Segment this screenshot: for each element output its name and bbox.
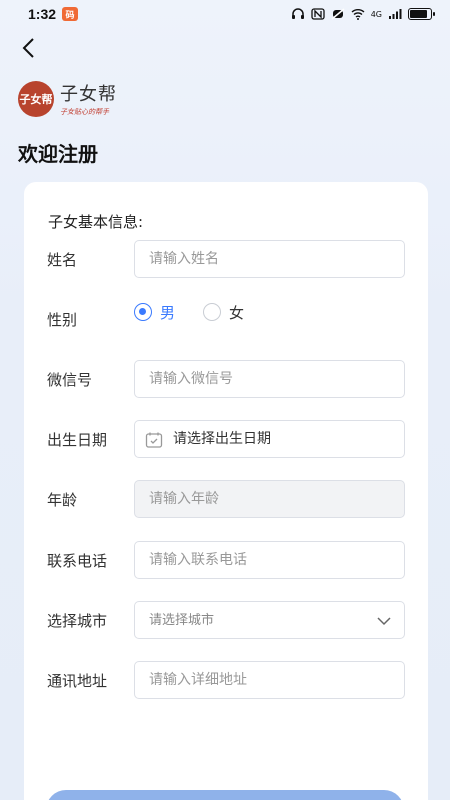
battery-icon	[408, 8, 435, 20]
wechat-row: 微信号 请输入微信号	[24, 360, 428, 400]
logo-mark: 子女帮	[18, 80, 54, 117]
name-label: 姓名	[47, 251, 78, 269]
logo-name: 子女帮	[60, 84, 117, 105]
phone-label: 联系电话	[47, 552, 108, 570]
age-label: 年龄	[47, 491, 78, 509]
chevron-down-icon	[377, 617, 391, 626]
status-right: 4G	[291, 8, 435, 20]
address-label: 通讯地址	[47, 672, 108, 690]
section-title: 子女基本信息:	[48, 213, 144, 231]
wechat-label: 微信号	[47, 371, 93, 389]
birthday-placeholder: 请选择出生日期	[173, 431, 271, 447]
birthday-row: 出生日期 请选择出生日期	[24, 420, 428, 460]
status-bar: 1:32 码 4G	[0, 0, 450, 28]
gender-row: 性别 男 女	[24, 300, 428, 340]
gender-female-radio[interactable]: 女	[203, 302, 244, 323]
phone-input[interactable]: 请输入联系电话	[134, 541, 405, 579]
city-label: 选择城市	[47, 612, 108, 630]
back-button[interactable]	[14, 34, 42, 62]
radio-unchecked-icon	[203, 303, 222, 321]
gender-male-radio[interactable]: 男	[134, 302, 175, 323]
city-row: 选择城市 请选择城市	[24, 601, 428, 641]
name-row: 姓名 请输入姓名	[24, 240, 428, 280]
chevron-left-icon	[22, 38, 34, 58]
name-input[interactable]: 请输入姓名	[134, 240, 405, 278]
calendar-icon	[145, 432, 163, 448]
age-input: 请输入年龄	[134, 480, 405, 518]
network-type: 4G	[370, 9, 382, 19]
wifi-icon	[351, 9, 365, 20]
phone-row: 联系电话 请输入联系电话	[24, 541, 428, 581]
logo-slogan: 子女贴心的帮手	[60, 108, 109, 116]
gender-male-label: 男	[160, 303, 176, 322]
radio-checked-icon	[134, 303, 152, 321]
birthday-label: 出生日期	[47, 431, 108, 449]
gender-label: 性别	[47, 311, 78, 329]
age-row: 年龄 请输入年龄	[24, 480, 428, 520]
address-input[interactable]: 请输入详细地址	[134, 661, 405, 699]
nfc-icon	[311, 8, 325, 20]
app-notification-icon: 码	[62, 7, 79, 21]
status-left: 1:32 码	[28, 6, 79, 22]
app-logo: 子女帮 子女帮 子女贴心的帮手	[18, 80, 117, 117]
headphones-icon	[291, 8, 304, 19]
logo-text: 子女帮 子女贴心的帮手	[60, 80, 117, 117]
birthday-picker[interactable]: 请选择出生日期	[134, 420, 405, 458]
registration-form-card: 子女基本信息: 姓名 请输入姓名 性别 男 女 微信号 请输入微信号 出生日期	[24, 182, 428, 800]
signal-icon	[389, 9, 402, 19]
mute-icon	[331, 8, 345, 20]
gender-female-label: 女	[229, 303, 245, 322]
wechat-input[interactable]: 请输入微信号	[134, 360, 405, 398]
city-placeholder: 请选择城市	[149, 613, 215, 628]
status-time: 1:32	[28, 6, 57, 22]
gender-radio-group: 男 女	[134, 292, 244, 332]
address-row: 通讯地址 请输入详细地址	[24, 661, 428, 701]
city-select[interactable]: 请选择城市	[134, 601, 405, 639]
page-title: 欢迎注册	[18, 142, 98, 166]
submit-button[interactable]	[46, 790, 404, 800]
